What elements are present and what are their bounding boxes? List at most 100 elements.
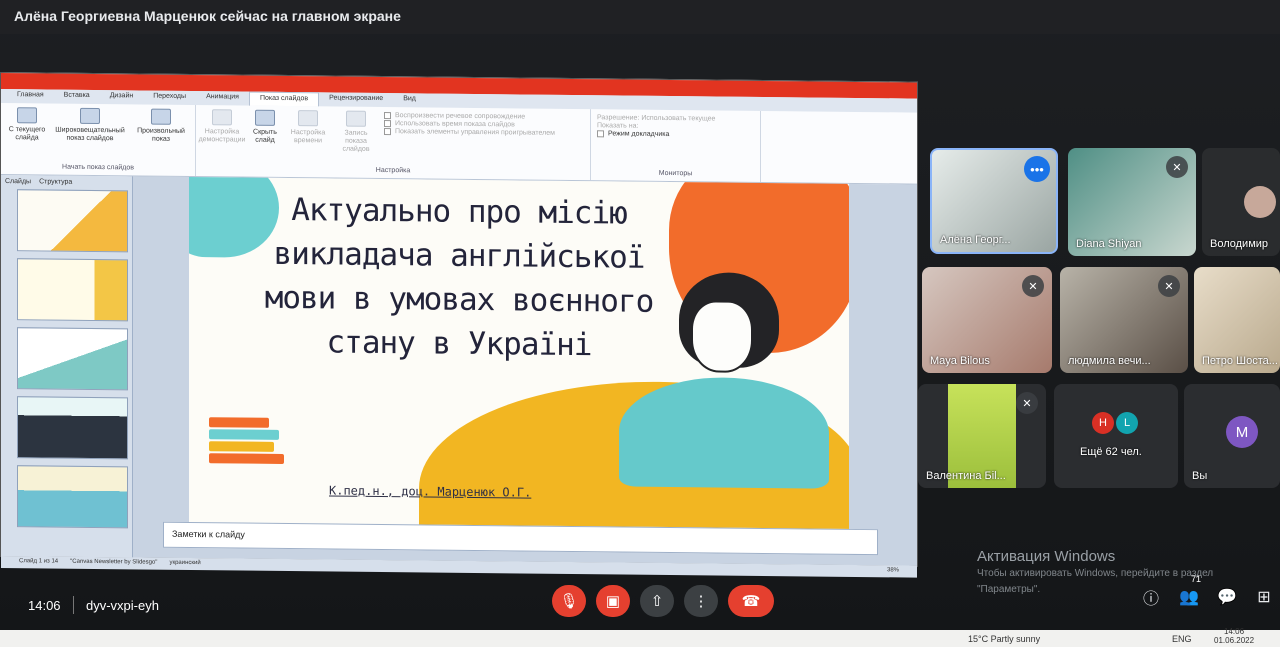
books-illustration [209,417,289,478]
face-shape [691,300,753,373]
presenter-view-label: Режим докладчика [608,130,670,139]
zoom-level[interactable]: 38% [887,567,899,575]
participant-tile[interactable]: ✕ людмила вечи... [1060,267,1188,373]
weather-widget[interactable]: 15°C Partly sunny [968,634,1040,644]
show-on-label: Показать на: [597,122,639,130]
self-tile[interactable]: M Вы [1184,384,1280,488]
custom-show-icon [151,108,171,125]
ribbon-group-monitors: Разрешение: Использовать текущее Показат… [591,109,761,182]
participant-name: Maya Bilous [930,355,990,367]
participant-tile[interactable]: Володимир [1202,148,1280,256]
participant-tile[interactable]: Петро Шоста... [1194,267,1280,373]
mic-off-icon: 🎙 [559,593,579,610]
taskbar-clock[interactable]: 14:06 01.06.2022 [1214,627,1254,645]
activities-icon[interactable]: ⊞ [1252,585,1276,609]
tab-review[interactable]: Рецензирование [319,92,393,107]
slide-thumbnail[interactable] [17,258,128,322]
participant-tile[interactable]: ✕ Diana Shiyan [1068,148,1196,256]
info-icon[interactable]: ⓘ [1139,585,1163,609]
group-setup-label: Настройка [375,166,411,175]
record-button[interactable]: Запись показа слайдов [336,110,376,154]
hide-slide-button[interactable]: Скрыть слайд [250,109,280,153]
thumb-tabs: Слайды Структура [5,178,128,186]
ribbon-group-start: С текущего слайда Широковещательный пока… [1,103,196,177]
windows-taskbar: 15°C Partly sunny ENG 14:06 01.06.2022 [0,627,1280,647]
media-controls-label: Показать элементы управления проигрывате… [395,128,555,137]
theme-name: "Сanvas Newsletter by Slidesgo" [70,558,158,566]
record-icon [346,110,366,127]
thumb-tab-slides[interactable]: Слайды [5,178,31,185]
hide-slide-label: Скрыть слайд [253,128,277,144]
slide-thumbnail[interactable] [17,396,128,460]
tab-animation[interactable]: Анимация [196,91,249,106]
more-vert-icon: ⋮ [693,593,709,610]
slide-thumbnail[interactable] [17,327,128,391]
slide-thumbnail[interactable] [17,465,128,529]
slide-title-line: Актуально про місію [291,192,627,232]
participant-tile[interactable]: ••• Алёна Георг... [930,148,1058,254]
participant-name: Вы [1192,470,1208,482]
slide-title-line: мови в умовах воєнного [264,279,654,320]
tab-transitions[interactable]: Переходы [143,90,196,105]
ribbon-group-setup: Настройка демонстрации Скрыть слайд Наст… [196,105,591,181]
avatar: L [1116,412,1138,434]
resolution-label: Разрешение: Использовать текущее [597,114,716,123]
more-participants-label: Ещё 62 чел. [1080,446,1142,458]
participant-name: Петро Шоста... [1202,355,1278,367]
ribbon: С текущего слайда Широковещательный пока… [1,103,917,185]
hide-slide-icon [255,109,275,126]
chat-icon[interactable]: 💬 [1215,585,1239,609]
setup-label: Настройка демонстрации [198,128,246,144]
mic-muted-icon: ✕ [1166,156,1188,178]
participant-tile[interactable]: ✕ Валентина Бil... [918,384,1046,488]
slide-editor: Актуально про місію викладача англійсько… [133,176,917,566]
from-current-label: С текущего слайда [8,126,46,142]
present-icon: ⇧ [650,593,664,610]
slide-icon [17,107,37,124]
current-slide[interactable]: Актуально про місію викладача англійсько… [189,176,849,534]
presenting-banner: Алёна Георгиевна Марценюк сейчас на глав… [0,0,1280,34]
avatar [1244,186,1276,218]
rehearse-button[interactable]: Настройка времени [288,110,328,153]
slide-thumbnail[interactable] [17,189,128,253]
mic-muted-icon: ✕ [1158,275,1180,297]
participant-name: Алёна Георг... [940,234,1011,246]
divider [73,596,74,614]
avatar: H [1092,412,1114,434]
tab-home[interactable]: Главная [7,89,54,103]
custom-show-button[interactable]: Произвольный показ [133,108,189,144]
meeting-code: dyv-vxpi-eyh [86,598,159,613]
tab-slideshow[interactable]: Показ слайдов [248,91,320,107]
clock-time: 14:06 [1224,627,1245,636]
participant-name: Валентина Бil... [926,470,1006,482]
checkbox-box [384,120,391,128]
setup-button[interactable]: Настройка демонстрации [199,109,245,152]
end-call-button[interactable]: ☎ [728,585,774,617]
windows-activation-link: "Параметры". [977,584,1041,595]
language: украинский [169,559,201,567]
language-indicator[interactable]: ENG [1172,634,1192,644]
tab-view[interactable]: Вид [393,93,426,107]
more-options-button[interactable]: ⋮ [684,585,718,617]
shared-screen: Главная Вставка Дизайн Переходы Анимация… [0,72,918,578]
participant-tile[interactable]: ✕ Maya Bilous [922,267,1052,373]
slide-title: Актуально про місію викладача англійсько… [229,187,689,368]
setup-icon [212,109,232,126]
checkbox-box [384,112,391,120]
slide-thumbnails: Слайды Структура [1,175,133,558]
more-options-icon[interactable]: ••• [1024,156,1050,182]
media-controls-checkbox[interactable]: Показать элементы управления проигрывате… [384,128,584,137]
mic-off-button[interactable]: 🎙 [552,585,586,617]
more-participants-tile[interactable]: H L Ещё 62 чел. [1054,384,1178,488]
tab-insert[interactable]: Вставка [54,90,100,104]
camera-off-button[interactable]: ▣ [596,585,630,617]
people-icon[interactable]: 👥 [1177,585,1201,609]
presenter-view-checkbox[interactable]: Режим докладчика [597,130,754,139]
mic-muted-icon: ✕ [1016,392,1038,414]
thumb-tab-outline[interactable]: Структура [39,178,72,185]
checkbox-box [384,128,391,136]
present-button[interactable]: ⇧ [640,585,674,617]
tab-design[interactable]: Дизайн [100,90,144,104]
broadcast-button[interactable]: Широковещательный показ слайдов [55,107,125,144]
from-current-button[interactable]: С текущего слайда [7,107,47,142]
